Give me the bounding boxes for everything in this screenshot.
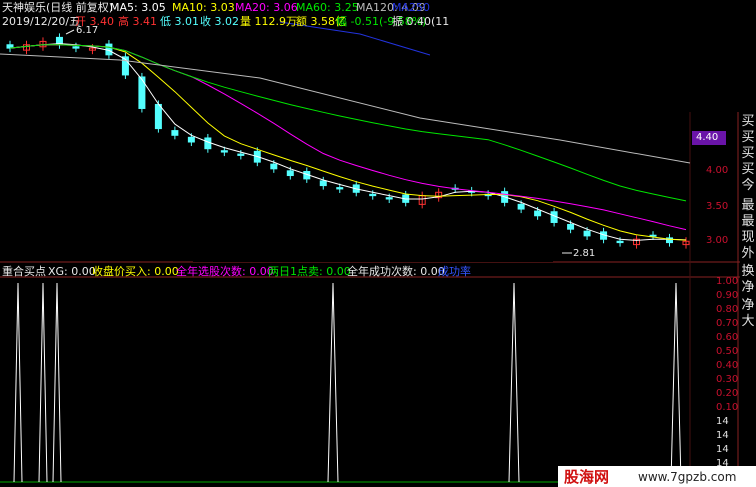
close-label: 收 3.02: [200, 15, 239, 28]
indicator-two-day: 两日1点卖: 0.00: [268, 265, 351, 278]
candle-body: [204, 137, 212, 150]
indicator-spike: [670, 282, 682, 483]
indicator-y-tick: 14: [716, 444, 729, 455]
indicator-y-tick: 14: [716, 416, 729, 427]
quote-panel-item: 最: [741, 198, 755, 213]
indicator-y-tick: 14: [716, 430, 729, 441]
stock-title: 天神娱乐(日线 前复权): [2, 1, 114, 14]
indicator-y-tick: 0.20: [716, 388, 739, 399]
indicator-y-tick: 0.60: [716, 332, 739, 343]
quote-panel-item: 买: [741, 162, 755, 177]
indicator-success-count: 全年成功次数: 0.00: [347, 265, 445, 278]
indicator-spike: [508, 282, 520, 483]
candle-body: [171, 130, 179, 136]
indicator-y-tick: 0.10: [716, 402, 739, 413]
indicator-xg: XG: 0.00: [48, 265, 96, 278]
high-price-marker: 6.17: [76, 25, 99, 36]
ma250-label: MA250: [392, 1, 431, 14]
indicator-buy-price: 收盘价买入: 0.00: [92, 265, 179, 278]
candle-body: [534, 210, 542, 217]
volume-label: 量 112.9万: [240, 15, 297, 28]
low-price-marker: 2.81: [573, 248, 596, 259]
candle-body: [583, 230, 591, 237]
candle-body: [385, 197, 393, 200]
amplitude-label: 振 0.40(11: [392, 15, 450, 28]
candle-body: [616, 240, 624, 244]
date-label: 2019/12/20/五: [2, 15, 81, 28]
indicator-y-tick: 0.30: [716, 374, 739, 385]
candle-body: [72, 46, 80, 49]
candle-body: [154, 103, 162, 130]
indicator-spike: [38, 282, 48, 483]
quote-panel-item: 净: [741, 280, 755, 295]
quote-panel-item: 外: [741, 246, 755, 261]
indicator-year-count: 全年选股次数: 0.00: [176, 265, 274, 278]
quote-panel-item: 大: [741, 314, 755, 329]
y-tick: 4.00: [706, 165, 729, 176]
indicator-y-tick: 0.80: [716, 304, 739, 315]
indicator-y-tick: 0.40: [716, 360, 739, 371]
low-label: 低 3.01: [160, 15, 199, 28]
candle-body: [187, 136, 195, 143]
watermark: 股海网 www.7gpzb.com: [558, 466, 756, 487]
stock-chart-window: 天神娱乐(日线 前复权) MA5: 3.05 MA10: 3.03 MA20: …: [0, 0, 756, 487]
indicator-y-tick: 1.00: [716, 276, 739, 287]
candle-body: [567, 223, 575, 230]
candle-body: [220, 150, 228, 153]
quote-panel-item: 现: [741, 230, 755, 245]
indicator-y-tick: 0.90: [716, 290, 739, 301]
high-label: 高 3.41: [118, 15, 157, 28]
candle-body: [649, 234, 657, 237]
indicator-y-tick: 0.50: [716, 346, 739, 357]
quote-panel-item: 换: [741, 264, 755, 279]
price-chart[interactable]: [0, 0, 756, 487]
indicator-spike: [13, 282, 23, 483]
quote-panel-item: 买: [741, 130, 755, 145]
candle-body: [286, 170, 294, 177]
candle-body: [369, 193, 377, 197]
high-marker-arrow: [65, 29, 75, 35]
y-tick: 3.50: [706, 201, 729, 212]
blank-area: [193, 224, 553, 262]
ma5-label: MA5: 3.05: [110, 1, 166, 14]
candle-body: [336, 187, 344, 190]
quote-panel-item: 买: [741, 146, 755, 161]
candle-body: [517, 203, 525, 210]
ma10-label: MA10: 3.03: [172, 1, 235, 14]
indicator-spike: [52, 282, 62, 483]
y-tick: 3.00: [706, 235, 729, 246]
candle-body: [270, 163, 278, 170]
candle-body: [237, 153, 245, 156]
indicator-success-rate: 成功率: [438, 265, 471, 278]
candle-body: [319, 180, 327, 187]
watermark-logo: 股海网: [564, 468, 610, 486]
indicator-y-tick: 0.70: [716, 318, 739, 329]
ma20-label: MA20: 3.06: [235, 1, 298, 14]
watermark-url: www.7gpzb.com: [638, 470, 737, 484]
quote-panel-item: 今: [741, 178, 755, 193]
quote-panel-item: 买: [741, 114, 755, 129]
quote-panel-item: 最: [741, 214, 755, 229]
candle-body: [105, 43, 113, 56]
indicator-spike: [327, 282, 339, 483]
quote-panel-item: 净: [741, 298, 755, 313]
ma60-label: MA60: 3.25: [296, 1, 359, 14]
indicator-name: 重合买点: [2, 265, 46, 278]
blank-area: [430, 0, 740, 112]
last-price-value: 4.40: [696, 132, 719, 143]
